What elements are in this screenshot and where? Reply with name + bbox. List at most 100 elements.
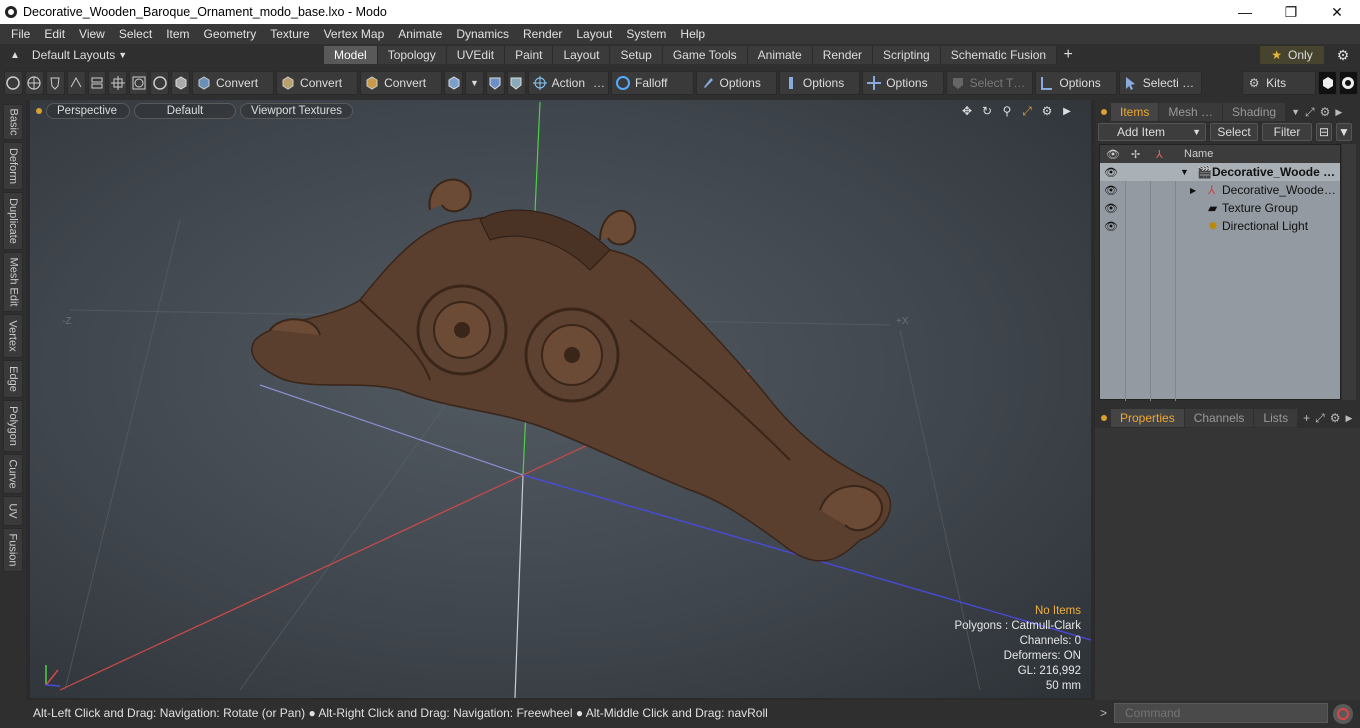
panel-settings-icon[interactable]: ⚙ bbox=[1330, 411, 1341, 425]
convert-button-1[interactable]: Convert bbox=[192, 71, 275, 95]
symmetry-button[interactable] bbox=[150, 71, 170, 95]
viewport-textures-dropdown[interactable]: Viewport Textures bbox=[240, 103, 353, 119]
tab-setup[interactable]: Setup bbox=[610, 46, 663, 64]
falloff-button[interactable]: Falloff bbox=[611, 71, 694, 95]
select-items-button[interactable] bbox=[66, 71, 86, 95]
convert-button-3[interactable]: Convert bbox=[360, 71, 443, 95]
options-button-3[interactable]: Options bbox=[862, 71, 944, 95]
command-input[interactable] bbox=[1114, 703, 1328, 723]
viewport-menu-dot[interactable] bbox=[36, 108, 42, 114]
tab-lists[interactable]: Lists bbox=[1254, 409, 1298, 427]
tab-properties[interactable]: Properties bbox=[1111, 409, 1184, 427]
left-tab-basic[interactable]: Basic bbox=[3, 104, 23, 140]
menu-layout[interactable]: Layout bbox=[569, 27, 619, 41]
menu-geometry[interactable]: Geometry bbox=[197, 27, 264, 41]
snap-options-button[interactable] bbox=[506, 71, 526, 95]
add-tab-icon[interactable]: + bbox=[1303, 411, 1310, 425]
tab-items[interactable]: Items bbox=[1111, 103, 1159, 121]
expand-panel-icon[interactable]: ⤢ bbox=[1315, 411, 1325, 426]
layouts-collapse-icon[interactable]: ▲ bbox=[10, 50, 20, 61]
collapse-icon[interactable]: ⊟ bbox=[1316, 123, 1332, 141]
panel-menu-dot[interactable] bbox=[1101, 415, 1107, 421]
items-scrollbar[interactable] bbox=[1342, 144, 1356, 400]
left-tab-deform[interactable]: Deform bbox=[3, 142, 23, 190]
item-row-texture-group[interactable]: 👁 ▰ Texture Group bbox=[1100, 199, 1340, 217]
menu-edit[interactable]: Edit bbox=[37, 27, 72, 41]
panel-settings-icon[interactable]: ⚙ bbox=[1320, 105, 1331, 119]
left-tab-duplicate[interactable]: Duplicate bbox=[3, 192, 23, 250]
shading-dropdown[interactable]: Default bbox=[134, 103, 236, 119]
menu-system[interactable]: System bbox=[619, 27, 673, 41]
select-polygons-button[interactable] bbox=[45, 71, 65, 95]
funnel-icon[interactable]: ▼ bbox=[1336, 123, 1352, 141]
left-tab-polygon[interactable]: Polygon bbox=[3, 400, 23, 452]
solid-mode-button[interactable] bbox=[171, 71, 191, 95]
snapping-button[interactable] bbox=[485, 71, 505, 95]
item-row-mesh[interactable]: 👁 ▶ ⅄ Decorative_Wooden … bbox=[1100, 181, 1340, 199]
tab-mesh[interactable]: Mesh … bbox=[1159, 103, 1223, 121]
menu-help[interactable]: Help bbox=[673, 27, 712, 41]
menu-vertex-map[interactable]: Vertex Map bbox=[317, 27, 392, 41]
panel-arrow-icon[interactable]: ▶ bbox=[1335, 107, 1342, 118]
view-type-dropdown[interactable]: Perspective bbox=[46, 103, 130, 119]
eye-icon[interactable]: 👁 bbox=[1104, 184, 1118, 197]
menu-item[interactable]: Item bbox=[159, 27, 196, 41]
minimize-button[interactable]: — bbox=[1222, 0, 1268, 24]
record-macro-button[interactable] bbox=[1333, 704, 1353, 724]
menu-view[interactable]: View bbox=[72, 27, 112, 41]
panel-arrow-icon[interactable]: ▶ bbox=[1345, 413, 1352, 424]
left-tab-curve[interactable]: Curve bbox=[3, 454, 23, 494]
left-tab-vertex[interactable]: Vertex bbox=[3, 314, 23, 358]
options-button-2[interactable]: Options bbox=[778, 71, 861, 95]
unity-button[interactable] bbox=[1318, 71, 1338, 95]
baroque-ornament-model[interactable] bbox=[251, 178, 891, 562]
menu-texture[interactable]: Texture bbox=[263, 27, 316, 41]
only-toggle[interactable]: ★ Only bbox=[1260, 46, 1324, 64]
expand-arrow-icon[interactable]: ▼ bbox=[1180, 167, 1189, 177]
select-edges-button[interactable] bbox=[24, 71, 44, 95]
select-through-button[interactable]: Select T… bbox=[945, 71, 1034, 95]
tab-paint[interactable]: Paint bbox=[505, 46, 554, 64]
panel-menu-dot[interactable] bbox=[1101, 109, 1107, 115]
select-button[interactable]: Select bbox=[1210, 123, 1258, 141]
close-button[interactable]: ✕ bbox=[1314, 0, 1360, 24]
tab-layout[interactable]: Layout bbox=[553, 46, 611, 64]
item-row-scene[interactable]: 👁 ▼ 🎬 Decorative_Woode … bbox=[1100, 163, 1340, 181]
tab-game-tools[interactable]: Game Tools bbox=[662, 46, 748, 64]
chevron-down-icon[interactable]: ▼ bbox=[1291, 107, 1300, 117]
eye-icon[interactable]: 👁 bbox=[1104, 166, 1118, 179]
work-plane-dropdown[interactable]: ▼ bbox=[465, 71, 484, 95]
select-vertices-button[interactable] bbox=[4, 71, 23, 95]
rotate-icon[interactable]: ↻ bbox=[979, 103, 995, 119]
left-tab-fusion[interactable]: Fusion bbox=[3, 528, 23, 572]
pan-icon[interactable]: ✥ bbox=[959, 103, 975, 119]
tab-uvedit[interactable]: UVEdit bbox=[446, 46, 506, 64]
options-button-4[interactable]: Options bbox=[1035, 71, 1117, 95]
tab-channels[interactable]: Channels bbox=[1184, 409, 1254, 427]
left-tab-uv[interactable]: UV bbox=[3, 496, 23, 526]
menu-dynamics[interactable]: Dynamics bbox=[449, 27, 516, 41]
menu-file[interactable]: File bbox=[4, 27, 37, 41]
tab-shading[interactable]: Shading bbox=[1223, 103, 1286, 121]
viewport-settings-icon[interactable]: ⚙ bbox=[1039, 103, 1055, 119]
expand-panel-icon[interactable]: ⤢ bbox=[1305, 105, 1315, 120]
left-tab-edge[interactable]: Edge bbox=[3, 360, 23, 398]
gear-icon[interactable]: ⚙ bbox=[1332, 46, 1354, 64]
tab-topology[interactable]: Topology bbox=[377, 46, 447, 64]
eye-icon[interactable]: 👁 bbox=[1104, 202, 1118, 215]
options-button-1[interactable]: Options bbox=[695, 71, 777, 95]
maximize-viewport-icon[interactable]: ⤢ bbox=[1019, 103, 1035, 119]
menu-select[interactable]: Select bbox=[112, 27, 159, 41]
select-materials-button[interactable] bbox=[87, 71, 107, 95]
eye-icon[interactable]: 👁 bbox=[1104, 220, 1118, 233]
add-item-dropdown[interactable]: Add Item ▼ bbox=[1098, 123, 1206, 141]
kits-button[interactable]: ⚙ Kits bbox=[1242, 71, 1317, 95]
default-layouts-dropdown[interactable]: ▲ Default Layouts ▼ bbox=[4, 44, 127, 66]
tab-animate[interactable]: Animate bbox=[747, 46, 813, 64]
menu-animate[interactable]: Animate bbox=[391, 27, 449, 41]
filter-button[interactable]: Filter bbox=[1262, 123, 1312, 141]
add-tab-icon[interactable]: + bbox=[1057, 46, 1079, 64]
tab-scripting[interactable]: Scripting bbox=[873, 46, 941, 64]
left-tab-mesh-edit[interactable]: Mesh Edit bbox=[3, 252, 23, 312]
action-center-button[interactable]: Action… bbox=[527, 71, 610, 95]
